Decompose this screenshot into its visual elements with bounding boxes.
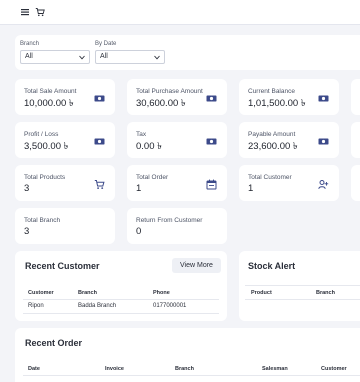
chevron-down-icon <box>79 55 85 60</box>
stat-value: 3 <box>24 226 30 237</box>
stat-card-clipped <box>351 79 360 115</box>
column-header-customer: Customer <box>321 366 347 372</box>
stat-card-total-products: Total Products 3 <box>15 165 115 201</box>
column-header-product: Product <box>251 290 272 296</box>
stat-card-total-branch: Total Branch 3 <box>15 208 115 244</box>
stat-card-current-balance: Current Balance 1,01,500.00 ৳ <box>239 79 339 115</box>
cash-icon <box>206 136 217 147</box>
recent-order-panel: Recent Order Date Invoice Branch Salesma… <box>15 328 360 382</box>
stat-value: 1,01,500.00 ৳ <box>248 98 306 109</box>
stat-card-return-from-customer: Return From Customer 0 <box>127 208 227 244</box>
stat-card-payable-amount: Payable Amount 23,600.00 ৳ <box>239 122 339 158</box>
branch-filter: Branch All <box>20 41 90 64</box>
date-filter-label: By Date <box>95 41 117 47</box>
cash-icon <box>318 136 329 147</box>
column-header-invoice: Invoice <box>105 366 124 372</box>
stat-value: 3,500.00 ৳ <box>24 141 69 152</box>
cash-icon <box>94 136 105 147</box>
recent-customer-title: Recent Customer <box>25 261 100 271</box>
stat-card-total-purchase: Total Purchase Amount 30,600.00 ৳ <box>127 79 227 115</box>
date-select[interactable]: All <box>95 50 165 64</box>
stat-label: Total Sale Amount <box>24 88 77 95</box>
branch-select-value: All <box>25 53 33 60</box>
cash-icon <box>94 93 105 104</box>
stat-label: Total Purchase Amount <box>136 88 203 95</box>
stat-label: Total Order <box>136 174 169 181</box>
stat-label: Total Branch <box>24 217 61 224</box>
view-more-button[interactable]: View More <box>172 258 221 273</box>
cart-icon <box>94 179 105 190</box>
stat-label: Total Customer <box>248 174 292 181</box>
divider <box>245 285 360 286</box>
column-header-branch: Branch <box>175 366 194 372</box>
cell-branch: Badda Branch <box>78 303 117 309</box>
stat-card-total-order: Total Order 1 <box>127 165 227 201</box>
divider <box>23 313 219 314</box>
recent-customer-panel: Recent Customer View More Customer Branc… <box>15 251 227 321</box>
stat-card-total-customer: Total Customer 1 <box>239 165 339 201</box>
top-bar <box>0 0 360 25</box>
column-header-customer: Customer <box>28 290 54 296</box>
stat-card-total-sale: Total Sale Amount 10,000.00 ৳ <box>15 79 115 115</box>
stat-value: 0.00 ৳ <box>136 141 162 152</box>
date-filter: By Date All <box>95 41 165 64</box>
stat-card-tax: Tax 0.00 ৳ <box>127 122 227 158</box>
stat-value: 1 <box>136 183 142 194</box>
stat-label: Return From Customer <box>136 217 203 224</box>
user-plus-icon <box>318 179 329 190</box>
stat-label: Payable Amount <box>248 131 296 138</box>
column-header-branch: Branch <box>316 290 335 296</box>
cell-phone: 0177000001 <box>153 303 187 309</box>
divider <box>245 299 360 300</box>
hamburger-menu-icon[interactable] <box>20 7 30 17</box>
divider <box>23 375 360 376</box>
stat-value: 1 <box>248 183 254 194</box>
stat-value: 23,600.00 ৳ <box>248 141 298 152</box>
shopping-cart-icon[interactable] <box>35 7 45 17</box>
column-header-date: Date <box>28 366 40 372</box>
cash-icon <box>206 93 217 104</box>
stat-value: 3 <box>24 183 30 194</box>
stat-label: Tax <box>136 131 147 138</box>
recent-order-title: Recent Order <box>25 338 83 348</box>
divider <box>23 299 219 300</box>
calendar-icon <box>206 179 217 190</box>
column-header-salesman: Salesman <box>262 366 288 372</box>
cell-customer: Ripon <box>28 303 44 309</box>
stat-card-clipped <box>351 165 360 201</box>
stock-alert-title: Stock Alert <box>248 261 296 271</box>
filter-panel: Branch All By Date All <box>15 35 360 70</box>
cash-icon <box>318 93 329 104</box>
branch-select[interactable]: All <box>20 50 90 64</box>
column-header-phone: Phone <box>153 290 170 296</box>
stat-value: 0 <box>136 226 142 237</box>
stat-card-clipped <box>351 122 360 158</box>
stat-label: Total Products <box>24 174 66 181</box>
column-header-branch: Branch <box>78 290 97 296</box>
date-select-value: All <box>100 53 108 60</box>
chevron-down-icon <box>154 55 160 60</box>
stat-value: 30,600.00 ৳ <box>136 98 186 109</box>
stat-card-profit-loss: Profit / Loss 3,500.00 ৳ <box>15 122 115 158</box>
stat-value: 10,000.00 ৳ <box>24 98 74 109</box>
stat-label: Current Balance <box>248 88 295 95</box>
stock-alert-panel: Stock Alert Product Branch <box>239 251 360 321</box>
stat-label: Profit / Loss <box>24 131 59 138</box>
branch-filter-label: Branch <box>20 41 40 47</box>
